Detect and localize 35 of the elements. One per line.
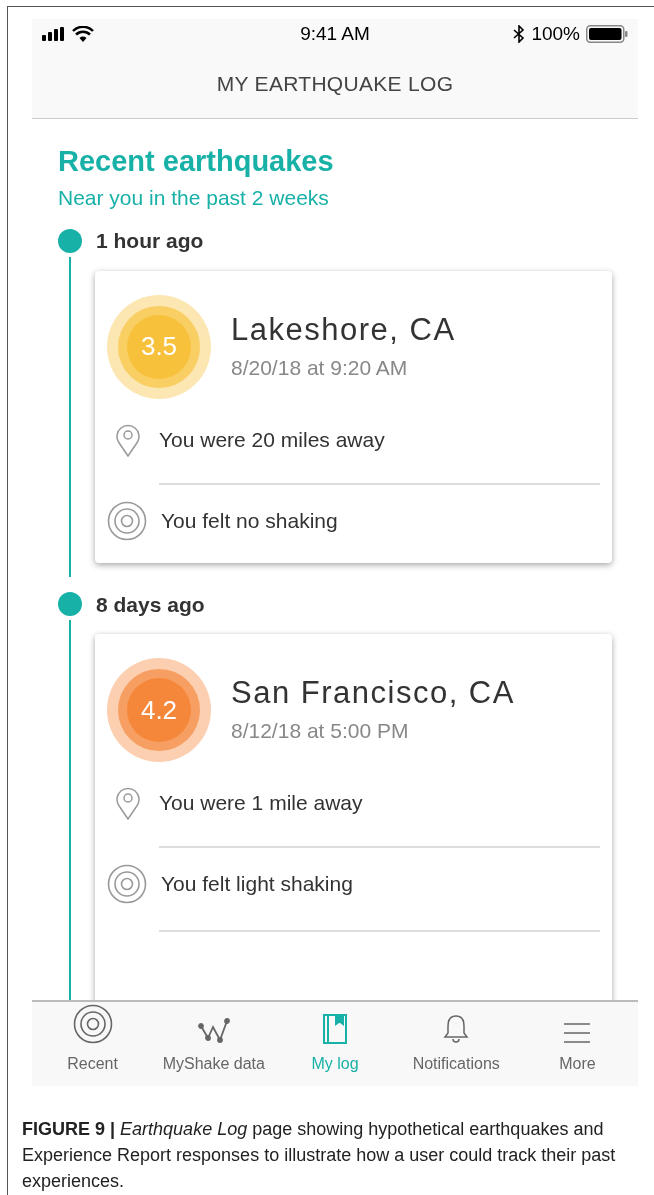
battery-percent: 100%	[531, 21, 580, 46]
figure-caption: FIGURE 9 | Earthquake Log page showing hypothetical earthquakes and Experience Report responses to illustrate how a user could track their past experiences.	[22, 1118, 617, 1193]
distance-text: You were 1 mile away	[159, 790, 363, 817]
tab-item[interactable]: Notifications	[395, 1002, 517, 1086]
line-chart-icon	[197, 1018, 230, 1044]
rings-icon	[72, 1004, 113, 1044]
magnitude-badge: 3.5	[107, 294, 211, 399]
bluetooth-icon	[513, 25, 526, 43]
signal-icon	[42, 27, 66, 41]
status-time: 9:41 AM	[300, 21, 370, 46]
bell-icon	[443, 1014, 470, 1044]
section-title: Recent earthquakes	[58, 144, 335, 179]
place-name: Lakeshore, CA	[231, 310, 456, 349]
screen-title: MY EARTHQUAKE LOG	[216, 70, 454, 97]
time-ago: 8 days ago	[96, 591, 205, 618]
location-pin-icon	[115, 422, 141, 457]
tab-item[interactable]: Recent	[32, 1002, 154, 1086]
rings-icon	[107, 500, 147, 541]
book-icon	[323, 1014, 347, 1044]
rings-icon	[107, 864, 147, 904]
place-name: San Francisco, CA	[231, 674, 515, 712]
quake-date: 8/12/18 at 5:00 PM	[231, 718, 410, 744]
menu-icon	[563, 1022, 592, 1044]
location-pin-icon	[115, 786, 141, 820]
distance-text: You were 20 miles away	[159, 426, 385, 453]
wifi-icon	[72, 26, 94, 42]
shaking-text: You felt no shaking	[161, 507, 338, 534]
magnitude-badge: 4.2	[107, 658, 211, 762]
tab-item[interactable]: MyShake data	[153, 1002, 275, 1086]
quake-date: 8/20/18 at 9:20 AM	[231, 354, 409, 381]
tab-item[interactable]: More	[516, 1002, 638, 1086]
section-subtitle: Near you in the past 2 weeks	[58, 185, 330, 211]
shaking-text: You felt light shaking	[161, 871, 353, 898]
battery-icon	[586, 25, 628, 43]
time-ago: 1 hour ago	[96, 228, 204, 254]
